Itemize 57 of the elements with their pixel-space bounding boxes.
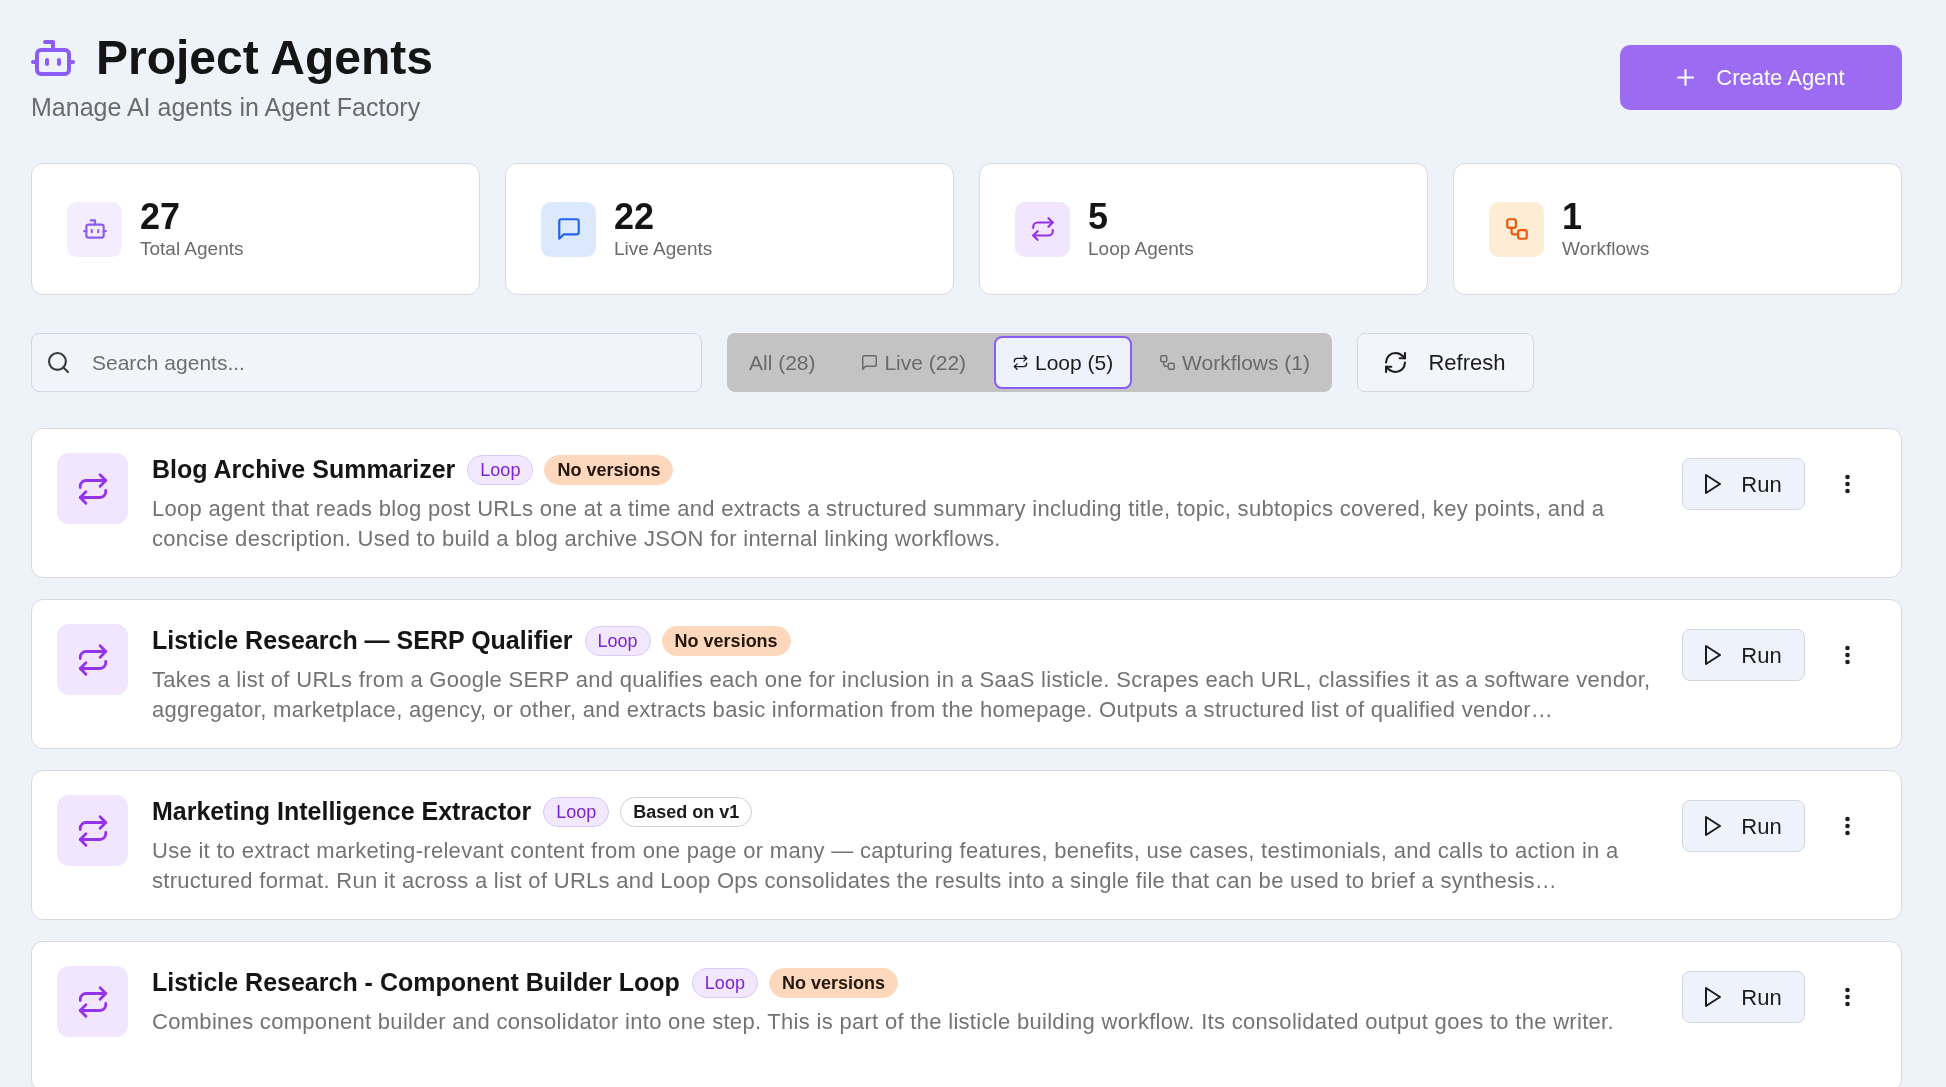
agent-name: Blog Archive Summarizer [152,454,456,486]
agent-tag: No versions [661,626,791,656]
stat-value: 22 [614,197,656,237]
stat-value: 5 [1088,197,1110,237]
agent-tag: Based on v1 [620,797,753,827]
agent-name: Marketing Intelligence Extractor [152,796,532,828]
agent-name: Listicle Research - Component Builder Loop [152,967,680,999]
run-button[interactable]: Run [1682,800,1805,852]
stat-label: Loop Agents [1088,237,1194,261]
agent-tag: No versions [768,968,898,998]
robot-icon [67,201,122,257]
stat-label: Total Agents [140,237,244,261]
chat-bubble-icon [862,355,878,370]
filter-tab[interactable]: Loop (5) [993,336,1133,389]
refresh-button[interactable]: Refresh [1357,333,1534,392]
agent-description: Takes a list of URLs from a Google SERP and qualifies each one for inclusion in a SaaS listicle. Scrapes each URL, classifies it as a software vendor, aggregator, marketplace, agency, or other, and extracts basic information from the homepage. Outputs a structured list of qualified vendor… [152,666,1652,724]
page-subtitle: Manage AI agents in Agent Factory [31,92,422,122]
play-icon [1705,816,1722,836]
repeat-arrows-icon [57,453,128,524]
agent-tag: No versions [544,455,674,485]
page-title: Project Agents [96,34,433,82]
play-icon [1705,645,1722,665]
run-button[interactable]: Run [1682,629,1805,681]
agent-tag: Loop [543,797,610,827]
vertical-dots-icon [1844,473,1850,495]
chat-bubble-icon [541,201,596,257]
repeat-arrows-icon [57,966,128,1037]
agent-description: Use it to extract marketing-relevant content from one page or many — capturing features, benefits, use cases, testimonials, and calls to action in a structured format. Run it across a list of URLs and Loop Ops consolidates the results into a single file that can be used to brief a synthesis… [152,837,1620,895]
plus-icon [1677,69,1695,86]
stat-label: Workflows [1562,237,1650,261]
repeat-arrows-icon [1012,355,1028,370]
repeat-arrows-icon [1015,201,1070,257]
agent-tag: Loop [691,968,758,998]
vertical-dots-icon [1844,815,1850,837]
agent-tag: Loop [467,455,534,485]
stat-label: Live Agents [614,237,713,261]
stat-value: 1 [1562,197,1584,237]
refresh-icon [1385,352,1407,373]
search-field[interactable]: Search agents... [31,333,702,392]
agent-description: Loop agent that reads blog post URLs one at a time and extracts a structured summary including title, topic, subtopics covered, key points, and a concise description. Used to build a blog archive JSON for internal linking workflows. [152,495,1606,553]
agent-name: Listicle Research — SERP Qualifier [152,625,573,657]
stat-value: 27 [140,197,182,237]
agent-description: Combines component builder and consolidator into one step. This is part of the listicle building workflow. Its consolidated output goes to the writer. [152,1008,1615,1036]
vertical-dots-icon [1844,644,1850,666]
search-icon [48,352,69,373]
run-button[interactable]: Run [1682,971,1805,1023]
vertical-dots-icon [1844,986,1850,1008]
repeat-arrows-icon [57,624,128,695]
play-icon [1705,474,1722,494]
connected-squares-icon [1489,201,1544,257]
robot-icon [31,38,75,78]
play-icon [1705,987,1722,1007]
repeat-arrows-icon [57,795,128,866]
run-button[interactable]: Run [1682,458,1805,510]
agent-tag: Loop [584,626,651,656]
connected-squares-icon [1160,355,1176,370]
create-agent-button[interactable]: Create Agent [1620,45,1902,110]
